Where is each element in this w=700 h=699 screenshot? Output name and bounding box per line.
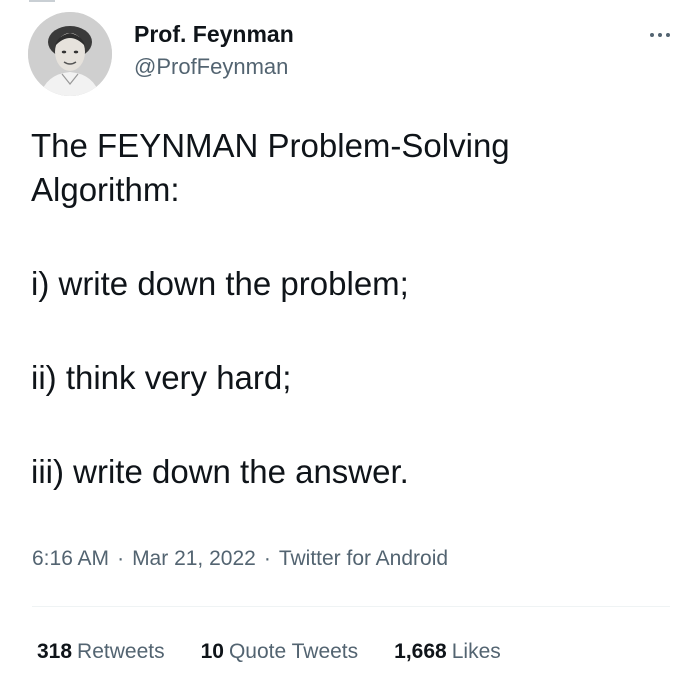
tweet-text: The FEYNMAN Problem-Solving Algorithm: i…: [31, 124, 671, 494]
tweet-date[interactable]: Mar 21, 2022: [132, 547, 256, 570]
author-handle[interactable]: @ProfFeynman: [134, 52, 294, 82]
divider: [32, 606, 670, 607]
retweets-count: 318: [37, 640, 73, 663]
meta-separator: ·: [117, 547, 125, 570]
more-dot: [666, 33, 670, 37]
meta-separator: ·: [263, 547, 271, 570]
tweet-stats: 318 Retweets 10 Quote Tweets 1,668 Likes: [37, 638, 501, 666]
avatar[interactable]: [28, 12, 112, 96]
tweet-line: iii) write down the answer.: [31, 453, 409, 490]
tweet-source[interactable]: Twitter for Android: [279, 547, 448, 570]
tweet-time[interactable]: 6:16 AM: [32, 547, 109, 570]
quote-tweets-count: 10: [200, 640, 224, 663]
quote-tweets-label: Quote Tweets: [228, 640, 359, 663]
likes-stat[interactable]: 1,668 Likes: [394, 638, 501, 666]
tweet-line: ii) think very hard;: [31, 359, 292, 396]
tweet-meta: 6:16 AM · Mar 21, 2022 · Twitter for Android: [32, 545, 448, 573]
avatar-photo: [28, 12, 112, 96]
tweet-card: Prof. Feynman @ProfFeynman The FEYNMAN P…: [0, 0, 700, 699]
tweet-line: i) write down the problem;: [31, 265, 409, 302]
more-options-button[interactable]: [642, 22, 678, 48]
tweet-line: The FEYNMAN Problem-Solving: [31, 127, 510, 164]
more-options-icon: [650, 33, 670, 37]
retweets-label: Retweets: [77, 640, 165, 663]
more-dot: [650, 33, 654, 37]
quote-tweets-stat[interactable]: 10 Quote Tweets: [201, 638, 359, 666]
tweet-line: Algorithm:: [31, 171, 180, 208]
likes-label: Likes: [451, 640, 501, 663]
likes-count: 1,668: [394, 640, 447, 663]
author-block: Prof. Feynman @ProfFeynman: [134, 20, 294, 82]
retweets-stat[interactable]: 318 Retweets: [37, 638, 165, 666]
author-display-name[interactable]: Prof. Feynman: [134, 20, 294, 48]
more-dot: [658, 33, 662, 37]
